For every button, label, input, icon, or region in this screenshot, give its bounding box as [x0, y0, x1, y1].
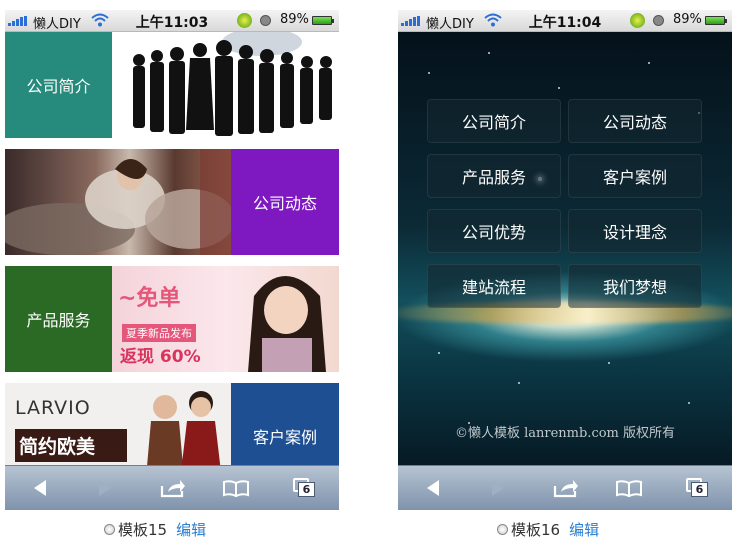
tile-row: 公司简介: [5, 32, 339, 138]
tabs-button[interactable]: 6: [680, 474, 714, 502]
promo-ad-image: ~免单 夏季新品发布 返现 60%: [112, 266, 339, 372]
status-bar: 懒人DIY 上午11:04 89%: [398, 10, 732, 32]
menu-site-process[interactable]: 建站流程: [427, 264, 561, 308]
share-button[interactable]: [549, 474, 583, 502]
tabs-count: 6: [691, 482, 708, 497]
template-15-radio[interactable]: [104, 524, 115, 535]
share-icon: [160, 480, 185, 498]
rotation-lock-icon: [237, 13, 252, 28]
template-16-preview: 懒人DIY 上午11:04 89% 公司简介 公司动态 产品服务 客户案例 公司…: [398, 10, 732, 510]
template-16-edit-link[interactable]: 编辑: [569, 519, 599, 540]
alarm-icon: [260, 15, 271, 26]
bookmarks-button[interactable]: [612, 474, 646, 502]
bookmarks-icon: [616, 480, 642, 497]
forward-arrow-icon: [492, 480, 504, 496]
tabs-count: 6: [298, 482, 315, 497]
template-15-preview: 懒人DIY 上午11:03 89% 公司简介 公司动态 产品服务 ~免单 夏季新…: [5, 10, 339, 510]
brand-ad-image: LARVIO 简约欧美: [5, 383, 231, 465]
fashion-model-image: [5, 149, 231, 255]
menu-our-dream[interactable]: 我们梦想: [568, 264, 702, 308]
battery-percent: 89%: [673, 12, 702, 27]
status-bar: 懒人DIY 上午11:03 89%: [5, 10, 339, 32]
tabs-button[interactable]: 6: [287, 474, 321, 502]
menu-company-intro[interactable]: 公司简介: [427, 99, 561, 143]
template-16-label: 模板16: [511, 521, 561, 539]
template-15-edit-link[interactable]: 编辑: [176, 519, 206, 540]
couple-photo: [147, 391, 221, 465]
promo-subline: 夏季新品发布: [122, 324, 196, 342]
business-people-image: [112, 32, 339, 138]
menu-company-news[interactable]: 公司动态: [568, 99, 702, 143]
tile-products-services[interactable]: 产品服务: [5, 266, 112, 372]
child-photo: [248, 276, 326, 372]
bookmarks-icon: [223, 480, 249, 497]
tile-company-news[interactable]: 公司动态: [231, 149, 339, 255]
back-button[interactable]: [23, 474, 57, 502]
back-arrow-icon: [34, 480, 46, 496]
battery-percent: 89%: [280, 12, 309, 27]
tile-customer-cases[interactable]: 客户案例: [231, 383, 339, 465]
share-icon: [553, 480, 578, 498]
galaxy-background: 公司简介 公司动态 产品服务 客户案例 公司优势 设计理念 建站流程 我们梦想 …: [398, 32, 732, 465]
forward-button[interactable]: [88, 474, 122, 502]
tile-row: 产品服务 ~免单 夏季新品发布 返现 60%: [5, 266, 339, 372]
menu-products-services[interactable]: 产品服务: [427, 154, 561, 198]
forward-arrow-icon: [99, 480, 111, 496]
brand-slogan: 简约欧美: [15, 429, 127, 462]
tile-row: LARVIO 简约欧美 客户案例: [5, 383, 339, 465]
tile-row: 公司动态: [5, 149, 339, 255]
template-15-caption: 模板15 编辑: [104, 519, 206, 540]
promo-headline: ~免单: [118, 286, 181, 311]
tabs-icon: 6: [293, 478, 315, 498]
battery-icon: [312, 16, 334, 25]
menu-design-philosophy[interactable]: 设计理念: [568, 209, 702, 253]
brand-logo: LARVIO: [15, 397, 91, 419]
alarm-icon: [653, 15, 664, 26]
browser-toolbar: 6: [398, 465, 732, 510]
template-15-label: 模板15: [118, 521, 168, 539]
promo-cashback: 返现 60%: [120, 347, 201, 367]
back-arrow-icon: [427, 480, 439, 496]
template-16-caption: 模板16 编辑: [497, 519, 599, 540]
tile-list: 公司简介 公司动态 产品服务 ~免单 夏季新品发布 返现 60% LARVIO …: [5, 32, 339, 465]
browser-toolbar: 6: [5, 465, 339, 510]
battery-icon: [705, 16, 727, 25]
menu-company-advantages[interactable]: 公司优势: [427, 209, 561, 253]
bookmarks-button[interactable]: [219, 474, 253, 502]
tile-company-intro[interactable]: 公司简介: [5, 32, 112, 138]
tabs-icon: 6: [686, 478, 708, 498]
menu-customer-cases[interactable]: 客户案例: [568, 154, 702, 198]
copyright-text: ©懒人模板 lanrenmb.com 版权所有: [454, 426, 676, 441]
template-16-radio[interactable]: [497, 524, 508, 535]
share-button[interactable]: [156, 474, 190, 502]
forward-button[interactable]: [481, 474, 515, 502]
rotation-lock-icon: [630, 13, 645, 28]
back-button[interactable]: [416, 474, 450, 502]
